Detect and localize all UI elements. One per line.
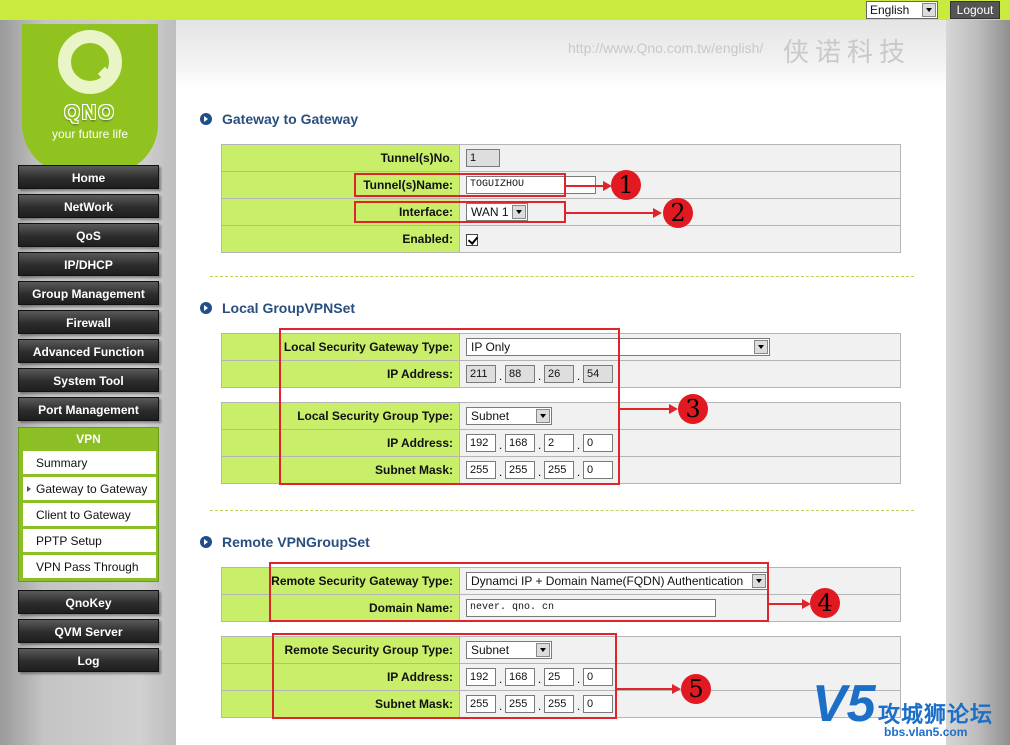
annotation-arrow-2 bbox=[566, 208, 662, 218]
gateway-table: Tunnel(s)No. 1 Tunnel(s)Name: TOGUIZHOU … bbox=[221, 144, 901, 253]
annotation-callout-2: 2 bbox=[663, 198, 693, 228]
section-title-local-group: Local GroupVPNSet bbox=[200, 300, 355, 316]
tunnel-no-cell: 1 bbox=[459, 144, 901, 172]
annotation-box-5 bbox=[272, 633, 617, 719]
enabled-cell bbox=[459, 225, 901, 253]
section-bullet-icon bbox=[200, 302, 212, 314]
section-title-text: Remote VPNGroupSet bbox=[222, 534, 370, 550]
vpn-item-summary[interactable]: Summary bbox=[23, 451, 156, 475]
section-title-gateway-to-gateway: Gateway to Gateway bbox=[200, 111, 358, 127]
banner-url: http://www.Qno.com.tw/english/ bbox=[568, 40, 764, 56]
watermark-url: bbs.vlan5.com bbox=[884, 725, 968, 739]
section-bullet-icon bbox=[200, 113, 212, 125]
nav-port-management[interactable]: Port Management bbox=[18, 397, 159, 421]
watermark-logo: V5 bbox=[812, 675, 876, 733]
nav-qnokey[interactable]: QnoKey bbox=[18, 590, 159, 614]
annotation-callout-5: 5 bbox=[681, 674, 711, 704]
nav-system-tool[interactable]: System Tool bbox=[18, 368, 159, 392]
annotation-arrow-3 bbox=[620, 404, 678, 414]
nav-firewall[interactable]: Firewall bbox=[18, 310, 159, 334]
section-bullet-icon bbox=[200, 536, 212, 548]
right-rail bbox=[946, 20, 1010, 745]
language-value: English bbox=[870, 3, 910, 17]
vpn-submenu: VPN Summary Gateway to Gateway Client to… bbox=[18, 427, 159, 582]
vpn-item-pptp-setup[interactable]: PPTP Setup bbox=[23, 529, 156, 553]
annotation-box-2 bbox=[354, 201, 566, 223]
vpn-item-label: Client to Gateway bbox=[36, 508, 131, 522]
enabled-checkbox[interactable] bbox=[466, 233, 478, 246]
chevron-down-icon[interactable] bbox=[922, 3, 936, 17]
vpn-item-label: VPN Pass Through bbox=[36, 560, 139, 574]
annotation-box-1 bbox=[354, 173, 566, 197]
top-bar: English Logout bbox=[0, 0, 1010, 20]
nav-ip-dhcp[interactable]: IP/DHCP bbox=[18, 252, 159, 276]
nav-group-management[interactable]: Group Management bbox=[18, 281, 159, 305]
vpn-item-client-to-gateway[interactable]: Client to Gateway bbox=[23, 503, 156, 527]
vpn-item-gateway-to-gateway[interactable]: Gateway to Gateway bbox=[23, 477, 156, 501]
nav-network[interactable]: NetWork bbox=[18, 194, 159, 218]
nav-qos[interactable]: QoS bbox=[18, 223, 159, 247]
nav-qvm-server[interactable]: QVM Server bbox=[18, 619, 159, 643]
vpn-item-vpn-pass-through[interactable]: VPN Pass Through bbox=[23, 555, 156, 579]
table-row: Enabled: bbox=[221, 225, 901, 253]
banner-company-name: 侠诺科技 bbox=[783, 38, 912, 68]
language-select[interactable]: English bbox=[866, 1, 938, 19]
nav-home[interactable]: Home bbox=[18, 165, 159, 189]
tunnel-no-label: Tunnel(s)No. bbox=[221, 144, 460, 172]
left-sidebar: QNO your future life Home NetWork QoS IP… bbox=[0, 20, 176, 745]
annotation-arrow-5 bbox=[617, 684, 681, 694]
section-title-text: Gateway to Gateway bbox=[222, 111, 359, 127]
logo-brand: QNO bbox=[64, 102, 116, 124]
annotation-callout-1: 1 bbox=[611, 170, 641, 200]
logo-tagline: your future life bbox=[51, 127, 129, 141]
caret-right-icon bbox=[27, 486, 31, 492]
chevron-down-icon[interactable] bbox=[754, 340, 768, 354]
qno-logo: QNO your future life bbox=[22, 24, 158, 174]
annotation-box-4 bbox=[269, 562, 769, 622]
nav-advanced-function[interactable]: Advanced Function bbox=[18, 339, 159, 363]
section-divider bbox=[210, 276, 914, 277]
enabled-label: Enabled: bbox=[221, 225, 460, 253]
section-title-remote-group: Remote VPNGroupSet bbox=[200, 534, 370, 550]
annotation-callout-3: 3 bbox=[678, 394, 708, 424]
banner: http://www.Qno.com.tw/english/ 侠诺科技 bbox=[176, 20, 946, 88]
table-row: Tunnel(s)No. 1 bbox=[221, 144, 901, 172]
vpn-item-label: Summary bbox=[36, 456, 88, 470]
section-divider bbox=[210, 510, 914, 511]
annotation-arrow-1 bbox=[566, 181, 612, 191]
nav-log[interactable]: Log bbox=[18, 648, 159, 672]
section-title-text: Local GroupVPNSet bbox=[222, 300, 356, 316]
annotation-callout-4: 4 bbox=[810, 588, 840, 618]
tunnel-no-field: 1 bbox=[466, 149, 500, 167]
q-logo-icon bbox=[58, 30, 122, 94]
logout-button[interactable]: Logout bbox=[950, 1, 1000, 19]
nav-vpn[interactable]: VPN bbox=[19, 428, 158, 450]
annotation-arrow-4 bbox=[769, 599, 811, 609]
annotation-box-3 bbox=[279, 328, 620, 485]
vpn-item-label: Gateway to Gateway bbox=[36, 482, 148, 496]
vpn-item-label: PPTP Setup bbox=[36, 534, 102, 548]
